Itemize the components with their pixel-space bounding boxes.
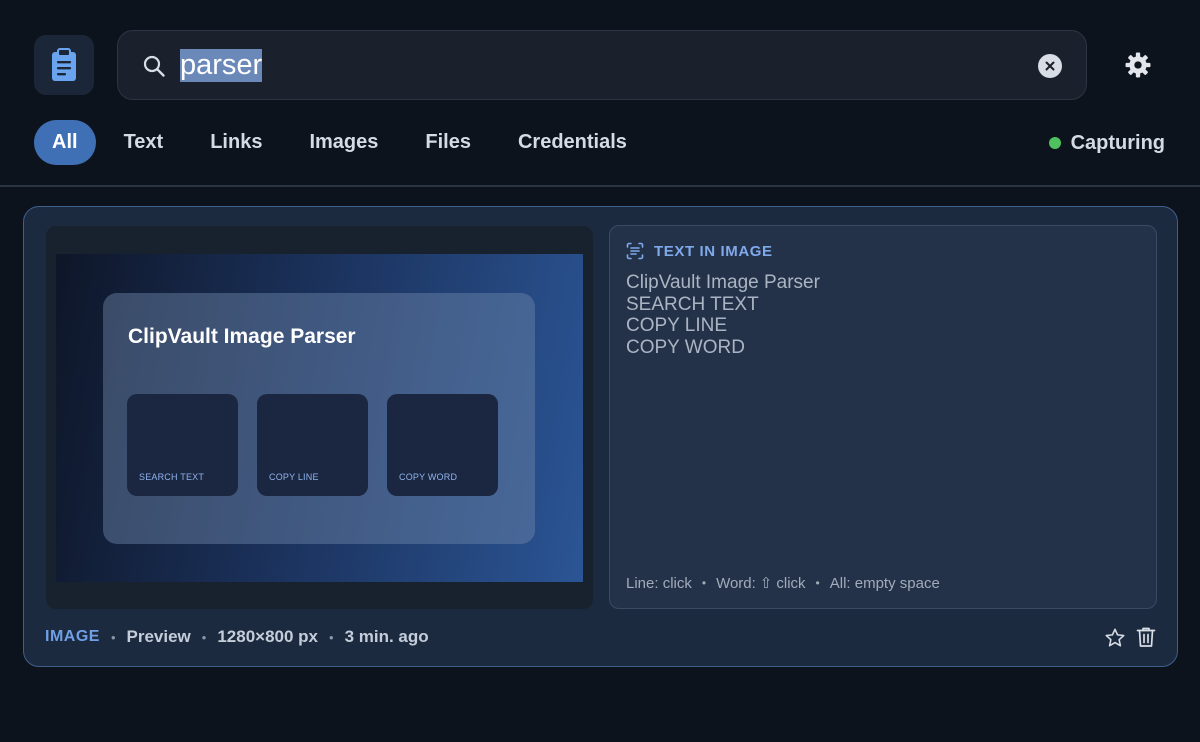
ocr-header-label: TEXT IN IMAGE: [654, 242, 773, 260]
clear-search-button[interactable]: [1038, 54, 1062, 78]
trash-icon: [1136, 627, 1156, 647]
search-bar[interactable]: [117, 30, 1087, 100]
clip-source-app: Preview: [126, 627, 191, 646]
tab-files[interactable]: Files: [425, 120, 471, 165]
search-icon: [143, 55, 165, 77]
star-icon: [1105, 628, 1125, 647]
preview-mock-title: ClipVault Image Parser: [128, 325, 356, 348]
tab-credentials[interactable]: Credentials: [518, 120, 627, 165]
hint-line: Line: click: [626, 574, 692, 592]
status-indicator-dot: [1048, 137, 1061, 149]
hint-separator: •: [815, 576, 820, 590]
app-logo: [34, 35, 94, 95]
hint-word-suffix: click: [776, 574, 806, 592]
meta-separator: •: [110, 629, 116, 645]
clipboard-icon: [52, 48, 76, 81]
clip-type-badge: IMAGE: [45, 628, 100, 645]
ocr-line[interactable]: COPY LINE: [626, 315, 820, 337]
tab-images[interactable]: Images: [309, 120, 378, 165]
preview-mock-button: COPY LINE: [257, 394, 368, 496]
preview-mock-button-label: COPY LINE: [269, 472, 319, 482]
status-label: Capturing: [1070, 131, 1165, 154]
text-scan-icon: [626, 242, 644, 260]
ocr-text-lines: ClipVault Image Parser SEARCH TEXT COPY …: [626, 272, 820, 359]
clip-dimensions: 1280×800 px: [217, 627, 319, 646]
ocr-line[interactable]: ClipVault Image Parser: [626, 272, 820, 294]
ocr-line[interactable]: COPY WORD: [626, 337, 820, 359]
settings-button[interactable]: [1124, 51, 1152, 79]
header-divider: [0, 185, 1200, 187]
ocr-line[interactable]: SEARCH TEXT: [626, 294, 820, 316]
delete-button[interactable]: [1136, 626, 1156, 648]
tab-all[interactable]: All: [34, 120, 96, 165]
search-input[interactable]: [180, 46, 1020, 84]
preview-mock-button: SEARCH TEXT: [127, 394, 238, 496]
shift-key-icon: ⇧: [759, 575, 773, 592]
image-preview[interactable]: ClipVault Image Parser SEARCH TEXT COPY …: [56, 254, 583, 582]
meta-separator: •: [201, 629, 207, 645]
ocr-text-panel[interactable]: TEXT IN IMAGE ClipVault Image Parser SEA…: [609, 225, 1157, 609]
preview-mock-button-label: SEARCH TEXT: [139, 472, 205, 482]
hint-all: All: empty space: [829, 574, 940, 592]
preview-mock-window: ClipVault Image Parser SEARCH TEXT COPY …: [103, 293, 535, 544]
clip-card[interactable]: ClipVault Image Parser SEARCH TEXT COPY …: [23, 206, 1178, 667]
gear-icon: [1125, 52, 1151, 78]
clip-timestamp: 3 min. ago: [344, 627, 429, 646]
preview-mock-button-label: COPY WORD: [399, 472, 458, 482]
ocr-header: TEXT IN IMAGE: [626, 242, 773, 260]
preview-mock-button: COPY WORD: [387, 394, 498, 496]
tab-text[interactable]: Text: [124, 120, 164, 165]
meta-separator: •: [329, 629, 334, 645]
hint-word-prefix: Word:: [716, 574, 756, 592]
filter-tabs: All Text Links Images Files Credentials: [34, 120, 674, 165]
favorite-button[interactable]: [1104, 627, 1126, 649]
tab-links[interactable]: Links: [210, 120, 262, 165]
clear-icon: [1045, 61, 1055, 71]
image-preview-frame: ClipVault Image Parser SEARCH TEXT COPY …: [46, 226, 593, 609]
ocr-usage-hint: Line: click • Word: ⇧ click • All: empty…: [626, 574, 940, 593]
hint-separator: •: [701, 576, 707, 590]
clip-metadata: IMAGE • Preview • 1280×800 px • 3 min. a…: [45, 627, 429, 647]
capture-status[interactable]: Capturing: [1048, 131, 1165, 155]
